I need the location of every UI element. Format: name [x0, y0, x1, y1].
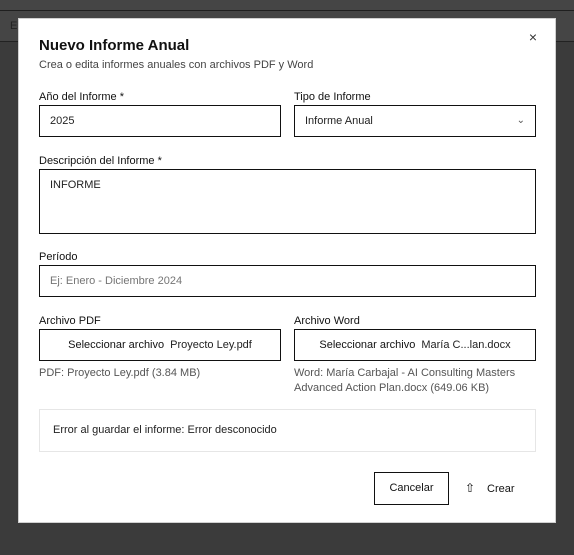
type-label: Tipo de Informe [294, 91, 371, 103]
description-textarea[interactable]: INFORME [39, 169, 536, 234]
type-select-value: Informe Anual [305, 115, 373, 127]
report-dialog: × Nuevo Informe Anual Crea o edita infor… [18, 18, 556, 523]
year-input[interactable] [39, 105, 281, 137]
pdf-select-button[interactable]: Seleccionar archivo [68, 339, 164, 351]
word-select-button[interactable]: Seleccionar archivo [319, 339, 415, 351]
error-message: Error al guardar el informe: Error desco… [39, 409, 536, 452]
pdf-file-input[interactable]: Seleccionar archivo Proyecto Ley.pdf [39, 329, 281, 361]
period-label: Período [39, 251, 78, 263]
close-icon[interactable]: × [525, 29, 541, 45]
cancel-button[interactable]: Cancelar [374, 472, 449, 505]
pdf-label: Archivo PDF [39, 315, 101, 327]
pdf-filename: Proyecto Ley.pdf [170, 339, 252, 351]
description-wrapper: INFORME [39, 169, 536, 234]
description-label: Descripción del Informe * [39, 155, 162, 167]
type-select[interactable]: Informe Anual ⌄ [294, 105, 536, 137]
create-button[interactable]: ⇧ Crear [465, 472, 535, 505]
chevron-down-icon: ⌄ [516, 115, 525, 126]
period-input[interactable] [39, 265, 536, 297]
dialog-subtitle: Crea o edita informes anuales con archiv… [39, 59, 314, 71]
year-label: Año del Informe * [39, 91, 124, 103]
background-divider [0, 10, 574, 11]
word-file-info: Word: María Carbajal - AI Consulting Mas… [294, 367, 516, 394]
create-button-label: Crear [487, 483, 515, 495]
word-label: Archivo Word [294, 315, 360, 327]
upload-icon: ⇧ [465, 481, 476, 495]
pdf-file-info: PDF: Proyecto Ley.pdf (3.84 MB) [39, 367, 201, 379]
background-text: E [10, 20, 18, 32]
word-file-input[interactable]: Seleccionar archivo María C...lan.docx [294, 329, 536, 361]
word-filename: María C...lan.docx [421, 339, 511, 351]
dialog-title: Nuevo Informe Anual [39, 37, 190, 54]
